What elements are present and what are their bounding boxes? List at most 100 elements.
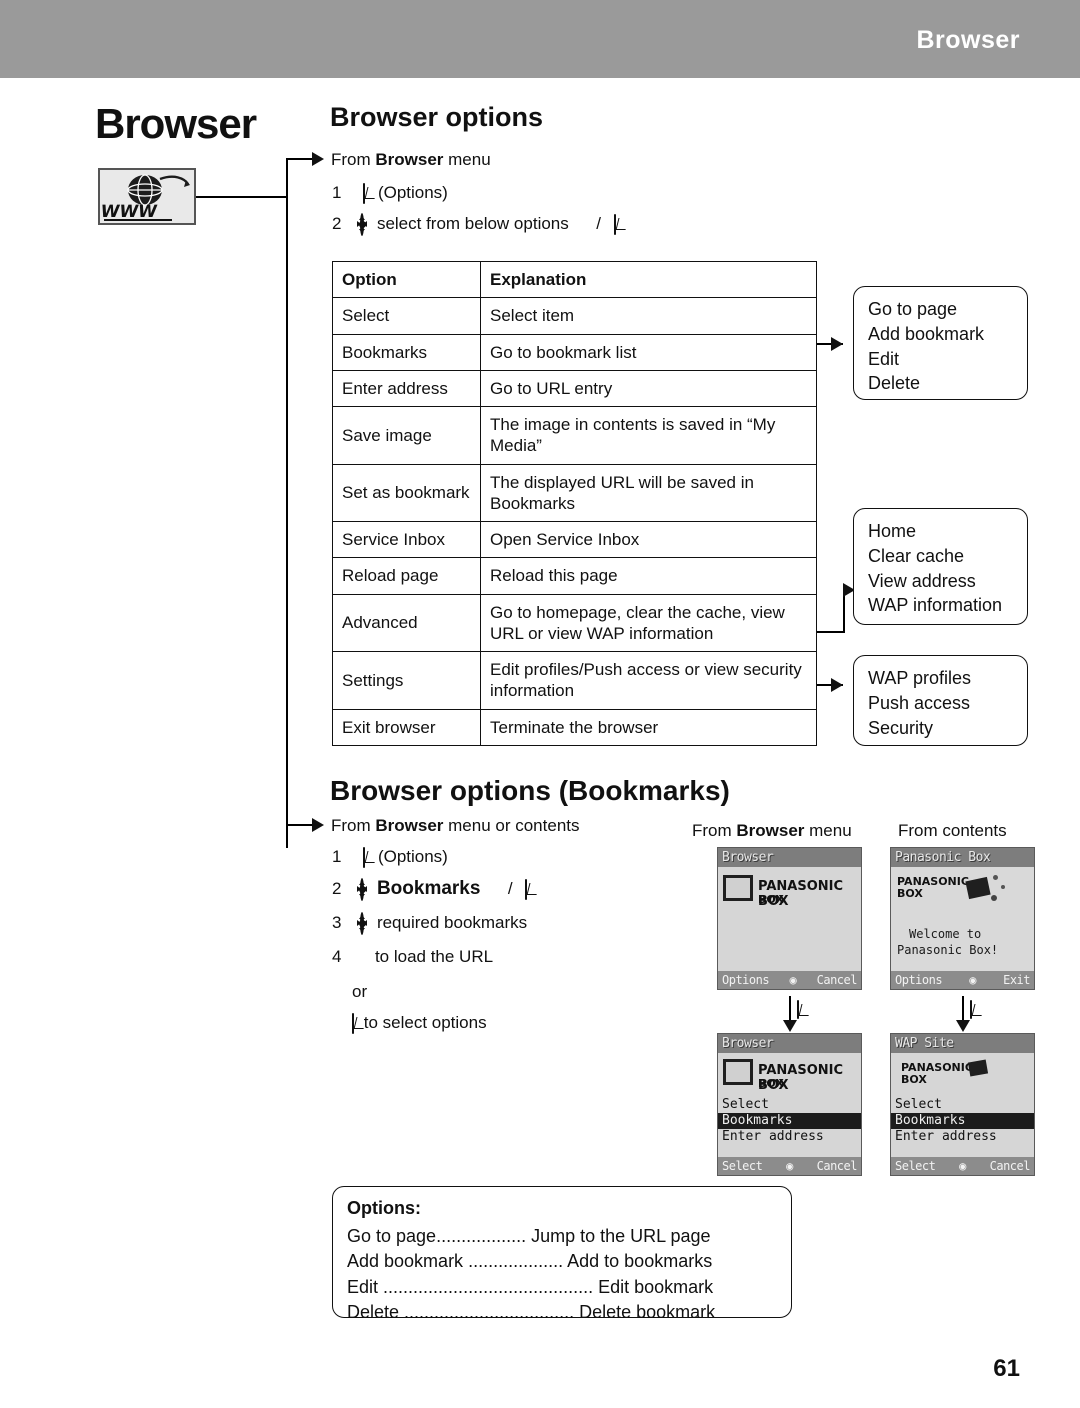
section2-step4: 4 to load the URL bbox=[332, 947, 493, 967]
section2-step2-separator: / bbox=[507, 879, 513, 898]
cell-option: Exit browser bbox=[332, 708, 481, 746]
section1-intro-bold: Browser bbox=[375, 150, 444, 169]
menu-item-selected[interactable]: Bookmarks bbox=[718, 1113, 861, 1129]
section1-intro-suffix: menu bbox=[443, 150, 491, 169]
callout-item: Edit bbox=[868, 348, 900, 369]
page-number: 61 bbox=[993, 1355, 1020, 1382]
screen-softkeys: Options ◉ Exit bbox=[891, 971, 1034, 989]
cell-explanation: Reload this page bbox=[480, 557, 817, 595]
navigation-key-icon bbox=[357, 212, 368, 236]
section2-intro: From Browser menu or contents bbox=[331, 816, 580, 836]
svg-text:WWW: WWW bbox=[100, 202, 159, 222]
options-legend-value: Delete bookmark bbox=[579, 1302, 716, 1323]
screen-title: Browser bbox=[718, 848, 861, 867]
screen2-down-arrow bbox=[956, 1020, 970, 1032]
cell-explanation: Select item bbox=[480, 297, 817, 335]
navigation-key-icon-3 bbox=[357, 911, 368, 935]
screen-content-line2: BOX bbox=[897, 887, 923, 900]
connector-vertical-main bbox=[286, 158, 288, 848]
softkey-right-label: Cancel bbox=[989, 1159, 1031, 1173]
softkey-left-label: Options bbox=[722, 973, 770, 987]
menu-item[interactable]: Select bbox=[891, 1097, 1034, 1113]
section1-intro-prefix: From bbox=[331, 150, 376, 169]
menu-item[interactable]: Select bbox=[718, 1097, 861, 1113]
softkey-right-label: Exit bbox=[1003, 973, 1030, 987]
browser-options-table: Option Explanation Select Select item Boo… bbox=[332, 260, 817, 746]
table-row: Bookmarks Go to bookmark list bbox=[332, 333, 817, 371]
softkey-icon-2 bbox=[613, 213, 616, 235]
screen-softkeys: Select ◉ Cancel bbox=[718, 1157, 861, 1175]
cell-explanation: The displayed URL will be saved in Bookm… bbox=[480, 463, 817, 522]
softkey-center-icon: ◉ bbox=[786, 1159, 793, 1173]
screens-left-label-suffix: menu bbox=[804, 821, 852, 840]
table-row: Exit browser Terminate the browser bbox=[332, 708, 817, 746]
advanced-callout: Home Clear cache View address WAP inform… bbox=[853, 508, 1028, 625]
cell-explanation: Terminate the browser bbox=[480, 708, 817, 746]
screen-body: PANASONIC BOX Select Bookmarks Enter add… bbox=[891, 1053, 1034, 1157]
navigation-key-icon-2 bbox=[357, 877, 368, 901]
header-title: Browser bbox=[916, 26, 1020, 54]
table-row: Save image The image in contents is saved… bbox=[332, 406, 817, 465]
screen-softkeys: Options ◉ Cancel bbox=[718, 971, 861, 989]
callout-item: WAP profiles bbox=[868, 668, 972, 688]
softkey-icon-4 bbox=[525, 878, 528, 900]
table-row: Settings Edit profiles/Push access or vie… bbox=[332, 651, 817, 710]
cell-explanation: Go to URL entry bbox=[480, 369, 817, 408]
options-legend-label: Delete bbox=[347, 1302, 400, 1323]
callout-item: Security bbox=[868, 717, 934, 738]
section2-intro-suffix: menu or contents bbox=[443, 816, 580, 835]
menu-item[interactable]: Enter address bbox=[718, 1129, 861, 1145]
section2-step3-label: required bookmarks bbox=[376, 913, 528, 932]
screen-title: Browser bbox=[718, 1034, 861, 1053]
section1-step1: 1 (Options) bbox=[332, 182, 448, 204]
cell-option: Set as bookmark bbox=[332, 463, 481, 522]
options-legend-label: Add bookmark bbox=[347, 1251, 464, 1272]
cell-explanation: Edit profiles/Push access or view securi… bbox=[480, 651, 817, 710]
cell-option: Advanced bbox=[332, 593, 481, 652]
section2-intro-prefix: From bbox=[331, 816, 376, 835]
section2-step2-number: 2 bbox=[332, 879, 342, 898]
cell-option: Reload page bbox=[332, 557, 481, 595]
screen-welcome-line1: Welcome to bbox=[909, 927, 982, 941]
screens-left-label: From Browser menu bbox=[692, 821, 852, 841]
wap-site-options-screen: WAP Site PANASONIC BOX Select Bookmarks … bbox=[890, 1033, 1035, 1176]
callout-item: Go to page bbox=[868, 299, 958, 319]
options-legend-dots: ................... bbox=[468, 1251, 564, 1272]
menu-item-selected[interactable]: Bookmarks bbox=[891, 1113, 1034, 1129]
section1-step2-label: select from below options bbox=[376, 214, 569, 233]
section2-select-options: to select options bbox=[352, 1012, 487, 1034]
screen-title: Panasonic Box bbox=[891, 848, 1034, 867]
section2-step1: 1 (Options) bbox=[332, 846, 448, 868]
cell-option: Settings bbox=[332, 651, 481, 710]
www-globe-icon: WWW bbox=[98, 168, 196, 225]
section2-step3-number: 3 bbox=[332, 913, 342, 932]
section1-step1-number: 1 bbox=[332, 183, 342, 202]
options-legend-dots: ........................................… bbox=[383, 1276, 594, 1297]
cell-option: Enter address bbox=[332, 369, 481, 408]
section1-step2: 2 select from below options / bbox=[332, 212, 616, 236]
connector-to-section2 bbox=[286, 824, 314, 826]
section2-step2: 2 Bookmarks / bbox=[332, 877, 528, 901]
softkey-center-icon: ◉ bbox=[969, 973, 976, 987]
cell-explanation: Open Service Inbox bbox=[480, 520, 817, 559]
cell-option: Save image bbox=[332, 406, 481, 465]
screens-left-label-prefix: From bbox=[692, 821, 737, 840]
section1-step1-label: (Options) bbox=[377, 183, 448, 202]
screens-left-label-bold: Browser bbox=[736, 821, 805, 840]
screen1-down-arrow bbox=[783, 1020, 797, 1032]
softkey-icon-3 bbox=[363, 846, 366, 868]
table-header-row: Option Explanation bbox=[332, 260, 817, 299]
cell-option: Bookmarks bbox=[332, 333, 481, 371]
page-title: Browser bbox=[95, 100, 257, 147]
cell-explanation: Go to homepage, clear the cache, view UR… bbox=[480, 593, 817, 652]
options-legend-title: Options: bbox=[347, 1198, 421, 1218]
section2-step1-label: (Options) bbox=[377, 847, 448, 866]
screen-body: PANASONIC BOX BOX Select Bookmarks Enter… bbox=[718, 1053, 861, 1157]
cell-explanation: The image in contents is saved in “My Me… bbox=[480, 406, 817, 465]
section2-step4-label: to load the URL bbox=[374, 947, 494, 966]
section2-intro-bold: Browser bbox=[375, 816, 444, 835]
menu-item[interactable]: Enter address bbox=[891, 1129, 1034, 1145]
softkey-right-label: Cancel bbox=[816, 1159, 858, 1173]
section2-title: Browser options (Bookmarks) bbox=[330, 775, 730, 806]
table-row: Set as bookmark The displayed URL will be… bbox=[332, 463, 817, 522]
